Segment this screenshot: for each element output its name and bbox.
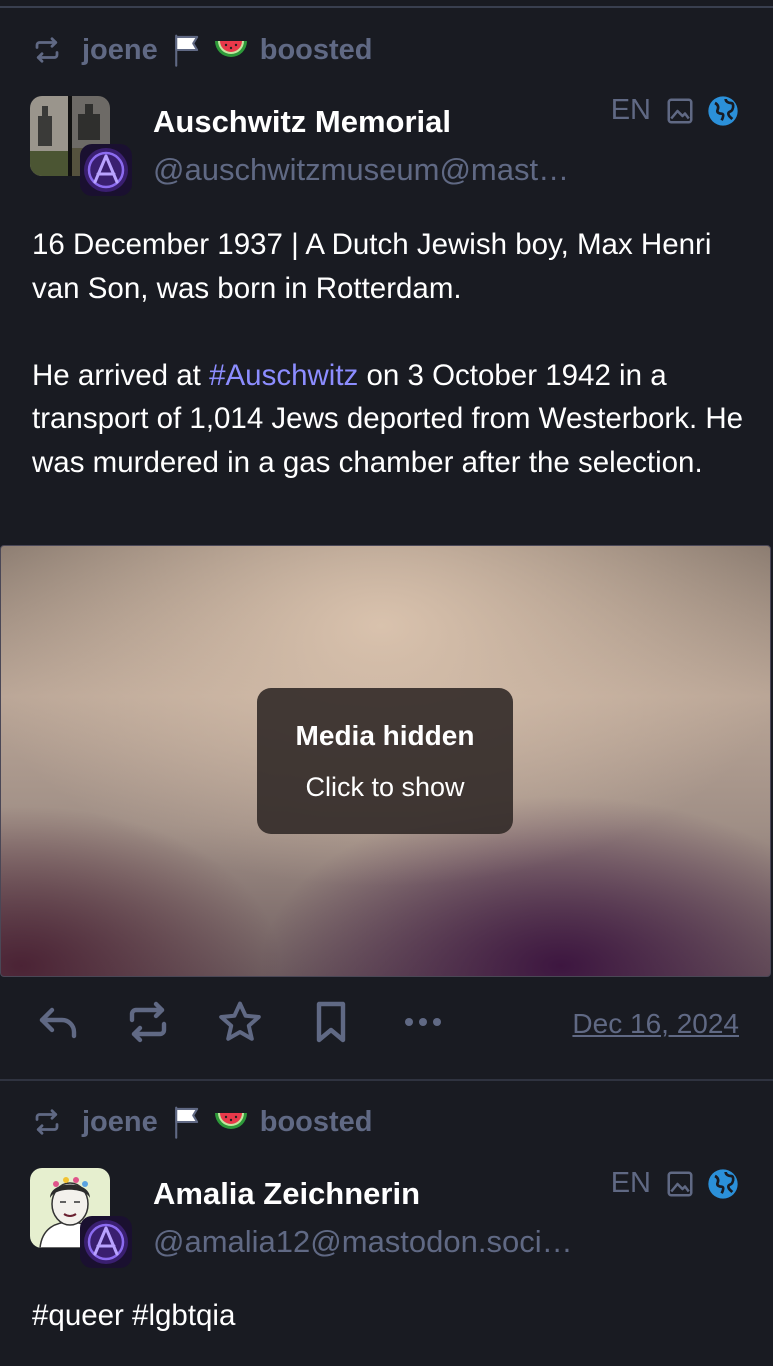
account-mini-avatar — [80, 144, 132, 196]
status-date-link[interactable]: Dec 16, 2024 — [572, 1008, 739, 1040]
reply-icon[interactable] — [34, 998, 82, 1046]
boost-label: boosted — [259, 1105, 373, 1138]
status-post[interactable]: joene boosted Amalia Zeichnerin @amalia1… — [0, 1081, 773, 1366]
boost-icon — [35, 1109, 59, 1135]
hashtag-link[interactable]: #Auschwitz — [209, 359, 358, 392]
status-content: #queer #lgbtqia — [32, 1294, 747, 1338]
display-name[interactable]: Amalia Zeichnerin — [153, 1176, 420, 1212]
account-handle[interactable]: @auschwitzmuseum@mast… — [153, 152, 569, 188]
globe-icon[interactable] — [707, 95, 739, 127]
boost-label: boosted — [259, 33, 373, 66]
boost-prepend[interactable]: joene boosted — [32, 1102, 373, 1142]
booster-name[interactable]: joene — [82, 34, 158, 67]
content-paragraph: 16 December 1937 | A Dutch Jewish boy, M… — [32, 228, 712, 305]
image-icon — [667, 1171, 693, 1196]
flag-icon — [174, 34, 198, 67]
content-paragraph: #queer #lgbtqia — [32, 1299, 236, 1332]
media-hidden-subtitle: Click to show — [305, 772, 465, 802]
display-name[interactable]: Auschwitz Memorial — [153, 104, 451, 140]
account-handle[interactable]: @amalia12@mastodon.soci… — [153, 1224, 573, 1260]
language-badge: EN — [610, 94, 651, 126]
media-hidden-title: Media hidden — [295, 720, 475, 751]
image-icon — [667, 98, 693, 123]
more-icon[interactable] — [399, 998, 447, 1046]
globe-icon[interactable] — [707, 1168, 739, 1200]
media-attachment[interactable]: Media hidden Click to show — [0, 545, 771, 977]
boost-prepend[interactable]: joene boosted — [32, 30, 373, 70]
status-post[interactable]: joene boosted Auschwitz Memorial @auschw… — [0, 0, 773, 1080]
status-content: 16 December 1937 | A Dutch Jewish boy, M… — [32, 223, 747, 484]
account-mini-avatar — [80, 1216, 132, 1268]
language-badge: EN — [610, 1167, 651, 1199]
watermelon-emoji — [214, 41, 247, 57]
status-meta: EN — [611, 1167, 739, 1200]
media-hidden-button[interactable]: Media hidden Click to show — [257, 688, 513, 834]
booster-name[interactable]: joene — [82, 1106, 158, 1139]
reblog-icon[interactable] — [124, 998, 172, 1046]
watermelon-emoji — [214, 1113, 247, 1129]
status-meta: EN — [611, 94, 739, 127]
action-bar: Dec 16, 2024 — [0, 998, 773, 1048]
content-paragraph: He arrived at #Auschwitz on 3 October 19… — [32, 358, 744, 479]
flag-icon — [174, 1106, 198, 1139]
bookmark-icon[interactable] — [307, 998, 355, 1046]
boost-icon — [35, 37, 59, 63]
star-icon[interactable] — [216, 998, 264, 1046]
